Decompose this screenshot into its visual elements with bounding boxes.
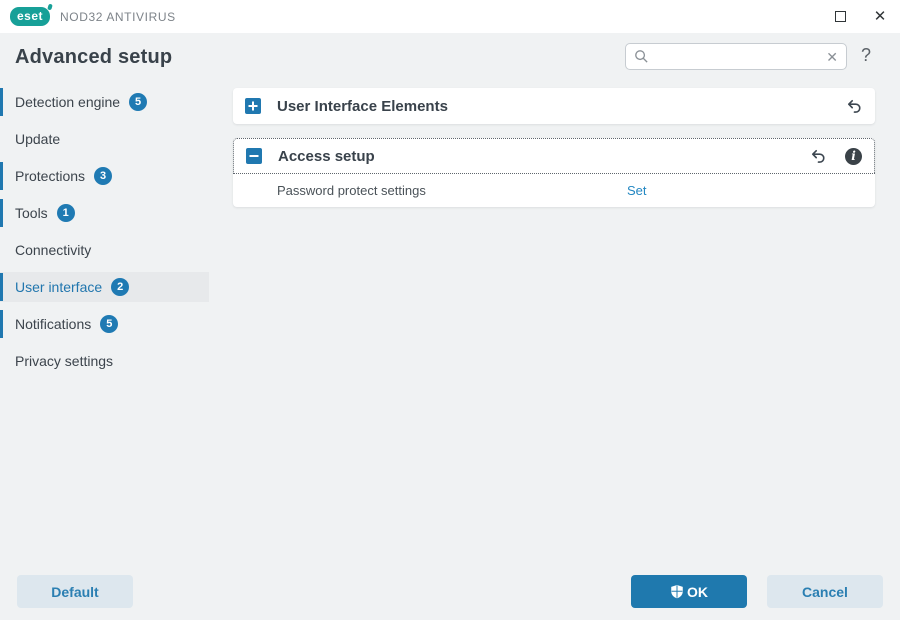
window-controls: ✕: [820, 0, 900, 33]
titlebar: eset NOD32 ANTIVIRUS ✕: [0, 0, 900, 33]
sidebar-item-connectivity[interactable]: Connectivity: [0, 235, 209, 265]
uac-shield-icon: [670, 584, 684, 599]
close-icon: ✕: [874, 9, 887, 24]
close-button[interactable]: ✕: [860, 0, 900, 33]
count-badge: 5: [129, 93, 147, 111]
page-title: Advanced setup: [15, 46, 172, 69]
expand-plus-icon[interactable]: [245, 98, 261, 114]
count-badge: 1: [57, 204, 75, 222]
sidebar-item-label: Update: [15, 131, 60, 147]
sidebar-item-label: Protections: [15, 168, 85, 184]
sidebar-item-label: Connectivity: [15, 242, 91, 258]
count-badge: 2: [111, 278, 129, 296]
set-password-link[interactable]: Set: [627, 183, 647, 198]
search-input[interactable]: [655, 49, 820, 64]
section-title: Access setup: [278, 148, 375, 165]
ok-button-label: OK: [687, 584, 708, 600]
setting-row-password-protect: Password protect settings Set: [233, 174, 875, 207]
ok-button[interactable]: OK: [631, 575, 747, 608]
help-button[interactable]: ?: [861, 45, 871, 66]
default-button-label: Default: [51, 584, 98, 600]
undo-icon: [809, 147, 827, 165]
maximize-button[interactable]: [820, 0, 860, 33]
default-button[interactable]: Default: [17, 575, 133, 608]
sidebar-item-label: Privacy settings: [15, 353, 113, 369]
sidebar-item-tools[interactable]: Tools 1: [0, 198, 209, 228]
maximize-icon: [835, 11, 846, 22]
count-badge: 5: [100, 315, 118, 333]
sidebar-item-update[interactable]: Update: [0, 124, 209, 154]
section-access-setup: Access setup i Password protect settings…: [233, 138, 875, 207]
revert-button[interactable]: [809, 147, 827, 165]
section-title: User Interface Elements: [277, 98, 448, 115]
sidebar-item-privacy-settings[interactable]: Privacy settings: [0, 346, 209, 376]
section-user-interface-elements[interactable]: User Interface Elements: [233, 88, 875, 124]
collapse-minus-icon[interactable]: [246, 148, 262, 164]
settings-panel: User Interface Elements Access setup: [233, 88, 875, 207]
sidebar-item-label: Notifications: [15, 316, 91, 332]
app-name: NOD32 ANTIVIRUS: [60, 10, 176, 24]
search-icon: [634, 49, 649, 64]
cancel-button-label: Cancel: [802, 584, 848, 600]
setting-label: Password protect settings: [277, 183, 426, 198]
search-clear-icon[interactable]: ✕: [826, 50, 838, 64]
revert-button[interactable]: [845, 97, 863, 115]
sidebar-item-label: Tools: [15, 205, 48, 221]
sidebar-item-label: User interface: [15, 279, 102, 295]
cancel-button[interactable]: Cancel: [767, 575, 883, 608]
undo-icon: [845, 97, 863, 115]
count-badge: 3: [94, 167, 112, 185]
info-button[interactable]: i: [845, 148, 862, 165]
sidebar-item-detection-engine[interactable]: Detection engine 5: [0, 87, 209, 117]
sidebar: Detection engine 5 Update Protections 3 …: [0, 87, 209, 383]
sidebar-item-protections[interactable]: Protections 3: [0, 161, 209, 191]
sidebar-item-notifications[interactable]: Notifications 5: [0, 309, 209, 339]
info-icon: i: [845, 148, 862, 165]
sidebar-item-user-interface[interactable]: User interface 2: [0, 272, 209, 302]
section-access-setup-header[interactable]: Access setup i: [233, 138, 875, 174]
search-box: ✕: [625, 43, 847, 70]
eset-logo: eset: [10, 7, 50, 26]
sidebar-item-label: Detection engine: [15, 94, 120, 110]
